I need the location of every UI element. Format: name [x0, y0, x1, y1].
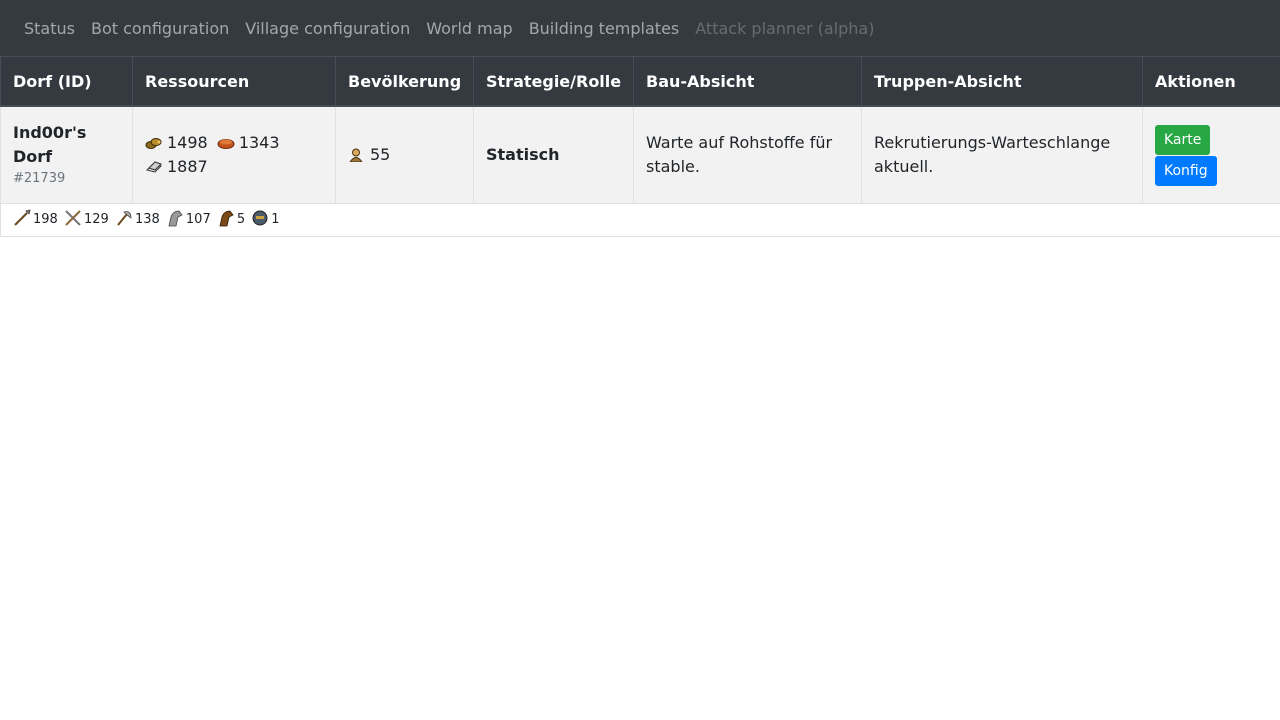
troop-light-cavalry-count: 107: [185, 212, 211, 227]
troop-spear: 198: [13, 208, 58, 232]
troop-sword-count: 129: [83, 212, 109, 227]
header-build-intent: Bau-Absicht: [633, 56, 862, 107]
nav-building-templates[interactable]: Building templates: [521, 19, 688, 38]
iron-resource: 1887: [145, 155, 208, 179]
wood-resource: 1498: [145, 131, 208, 155]
resources-cell: 1498 1343 1887: [132, 105, 336, 204]
iron-amount: 1887: [167, 157, 208, 176]
build-intent-cell: Warte auf Rohstoffe für stable.: [633, 105, 862, 204]
build-intent-text: Warte auf Rohstoffe für stable.: [646, 133, 833, 176]
wood-icon: [145, 138, 162, 149]
table-row: Ind00r's Dorf #21739 1498 1343 1887 55 S…: [0, 105, 1280, 204]
nav-world-map[interactable]: World map: [418, 19, 520, 38]
troop-intent-text: Rekrutierungs-Warteschlange aktuell.: [874, 133, 1111, 176]
top-navbar: Status Bot configuration Village configu…: [0, 0, 1280, 56]
troop-row: 198 129 138 107 5 1: [0, 203, 1280, 237]
axe-icon: [117, 211, 132, 226]
header-village: Dorf (ID): [0, 56, 133, 107]
knight-icon: [252, 210, 268, 226]
troop-intent-cell: Rekrutierungs-Warteschlange aktuell.: [861, 105, 1143, 204]
population-icon: [349, 148, 363, 162]
village-id: #21739: [13, 171, 66, 186]
troop-sword: 129: [64, 208, 109, 232]
header-actions: Aktionen: [1142, 56, 1280, 107]
troop-heavy-cavalry: 5: [217, 208, 245, 232]
clay-icon: [217, 139, 235, 149]
heavy-cavalry-icon: [219, 210, 234, 227]
header-resources: Ressourcen: [132, 56, 336, 107]
village-name: Ind00r's Dorf: [13, 123, 87, 166]
nav-status[interactable]: Status: [16, 19, 83, 38]
troop-axe: 138: [115, 208, 160, 232]
nav-bot-configuration[interactable]: Bot configuration: [83, 19, 237, 38]
map-button[interactable]: Karte: [1155, 124, 1211, 155]
troop-cell: 198 129 138 107 5 1: [0, 203, 1280, 237]
table-header-row: Dorf (ID) Ressourcen Bevölkerung Strateg…: [0, 56, 1280, 107]
light-cavalry-icon: [168, 210, 183, 227]
troop-heavy-cavalry-count: 5: [236, 212, 246, 227]
wood-amount: 1498: [167, 133, 208, 152]
header-strategy: Strategie/Rolle: [473, 56, 634, 107]
troop-knight: 1: [251, 208, 280, 232]
nav-village-configuration[interactable]: Village configuration: [237, 19, 418, 38]
actions-cell: Karte Konfig: [1142, 105, 1280, 204]
troop-spear-count: 198: [33, 212, 58, 227]
sword-icon: [65, 210, 81, 226]
nav-attack-planner: Attack planner (alpha): [695, 18, 875, 38]
strategy-value: Statisch: [486, 145, 560, 164]
strategy-cell: Statisch: [473, 105, 634, 204]
clay-amount: 1343: [238, 133, 280, 152]
iron-icon: [146, 161, 162, 173]
population-value: 55: [370, 145, 391, 164]
config-button[interactable]: Konfig: [1155, 155, 1217, 186]
clay-resource: 1343: [217, 131, 280, 155]
village-table: Dorf (ID) Ressourcen Bevölkerung Strateg…: [0, 56, 1280, 237]
header-troop-intent: Truppen-Absicht: [861, 56, 1143, 107]
troop-knight-count: 1: [271, 212, 280, 227]
village-cell: Ind00r's Dorf #21739: [0, 105, 133, 204]
spear-icon: [14, 209, 31, 226]
population-cell: 55: [335, 105, 474, 204]
troop-axe-count: 138: [134, 212, 160, 227]
troop-light-cavalry: 107: [166, 208, 211, 232]
header-population: Bevölkerung: [335, 56, 474, 107]
